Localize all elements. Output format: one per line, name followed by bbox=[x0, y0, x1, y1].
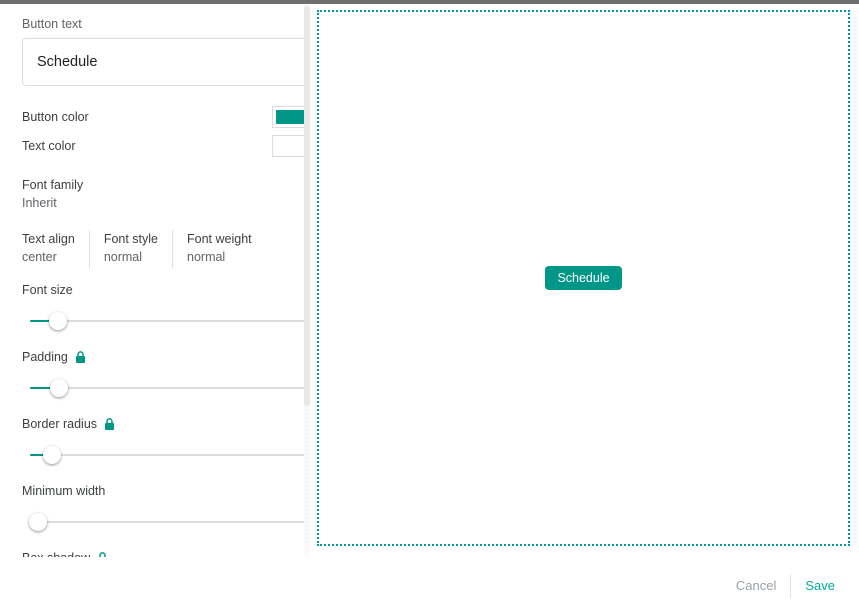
slider-label: Minimum width bbox=[22, 484, 106, 498]
slider-block: Padding bbox=[22, 349, 310, 402]
slider-track[interactable] bbox=[22, 374, 307, 402]
lock-icon[interactable] bbox=[104, 417, 115, 431]
slider-thumb[interactable] bbox=[29, 513, 47, 531]
slider-block: Box shadow bbox=[22, 550, 310, 557]
slider-block: Minimum width bbox=[22, 483, 310, 536]
slider-track[interactable] bbox=[22, 508, 307, 536]
slider-rail bbox=[30, 387, 307, 389]
slider-header: Padding bbox=[22, 349, 310, 365]
button-color-label: Button color bbox=[22, 109, 89, 124]
button-text-label: Button text bbox=[22, 17, 82, 31]
slider-thumb[interactable] bbox=[49, 312, 67, 330]
slider-label: Box shadow bbox=[22, 550, 90, 557]
font-weight-value: normal bbox=[187, 250, 226, 264]
slider-label: Border radius bbox=[22, 417, 98, 431]
text-color-row[interactable]: Text color bbox=[22, 131, 310, 160]
slider-rail bbox=[30, 454, 307, 456]
font-style-label: Font style bbox=[103, 232, 158, 246]
button-color-row[interactable]: Button color bbox=[22, 102, 310, 131]
text-color-label: Text color bbox=[22, 138, 76, 153]
typography-options-group: Text align center Font style normal Font… bbox=[22, 230, 310, 268]
settings-pane-scrollbar[interactable] bbox=[304, 4, 310, 557]
slider-label: Padding bbox=[22, 350, 68, 364]
font-style-field[interactable]: Font style normal bbox=[88, 230, 172, 268]
text-align-field[interactable]: Text align center bbox=[22, 230, 89, 268]
preview-schedule-button[interactable]: Schedule bbox=[545, 265, 622, 291]
lock-icon[interactable] bbox=[75, 350, 86, 364]
text-align-value: center bbox=[22, 250, 57, 264]
slider-thumb[interactable] bbox=[50, 379, 68, 397]
slider-thumb[interactable] bbox=[43, 446, 61, 464]
slider-label: Font size bbox=[22, 283, 73, 297]
font-weight-label: Font weight bbox=[187, 232, 252, 246]
button-text-input[interactable] bbox=[22, 38, 310, 86]
slider-header: Font size bbox=[22, 282, 310, 298]
slider-header: Box shadow bbox=[22, 550, 310, 557]
text-align-label: Text align bbox=[22, 232, 75, 246]
font-weight-field[interactable]: Font weight normal bbox=[172, 230, 266, 268]
settings-pane: Button text Button color Text color Font… bbox=[0, 4, 310, 557]
slider-track[interactable] bbox=[22, 307, 307, 335]
dialog-footer: Cancel Save bbox=[0, 557, 859, 614]
slider-header: Minimum width bbox=[22, 483, 310, 499]
slider-block: Font size bbox=[22, 282, 310, 335]
font-style-value: normal bbox=[103, 250, 143, 264]
footer-divider bbox=[790, 573, 792, 598]
cancel-button[interactable]: Cancel bbox=[726, 572, 786, 599]
slider-header: Border radius bbox=[22, 416, 310, 432]
save-button[interactable]: Save bbox=[795, 572, 845, 599]
button-text-field-group: Button text bbox=[22, 16, 310, 86]
slider-rail bbox=[30, 521, 307, 523]
scrollbar-thumb[interactable] bbox=[304, 6, 310, 406]
slider-block: Border radius bbox=[22, 416, 310, 469]
font-family-field[interactable]: Font family Inherit bbox=[22, 176, 310, 212]
slider-rail bbox=[30, 320, 307, 322]
button-preview-pane: Schedule bbox=[317, 10, 850, 546]
font-family-label: Font family bbox=[22, 178, 84, 192]
slider-list: Font size Padding Border radius Minimum wid… bbox=[22, 282, 307, 557]
slider-track[interactable] bbox=[22, 441, 307, 469]
font-family-value: Inherit bbox=[22, 196, 57, 210]
editor-workspace: Button text Button color Text color Font… bbox=[0, 4, 859, 557]
